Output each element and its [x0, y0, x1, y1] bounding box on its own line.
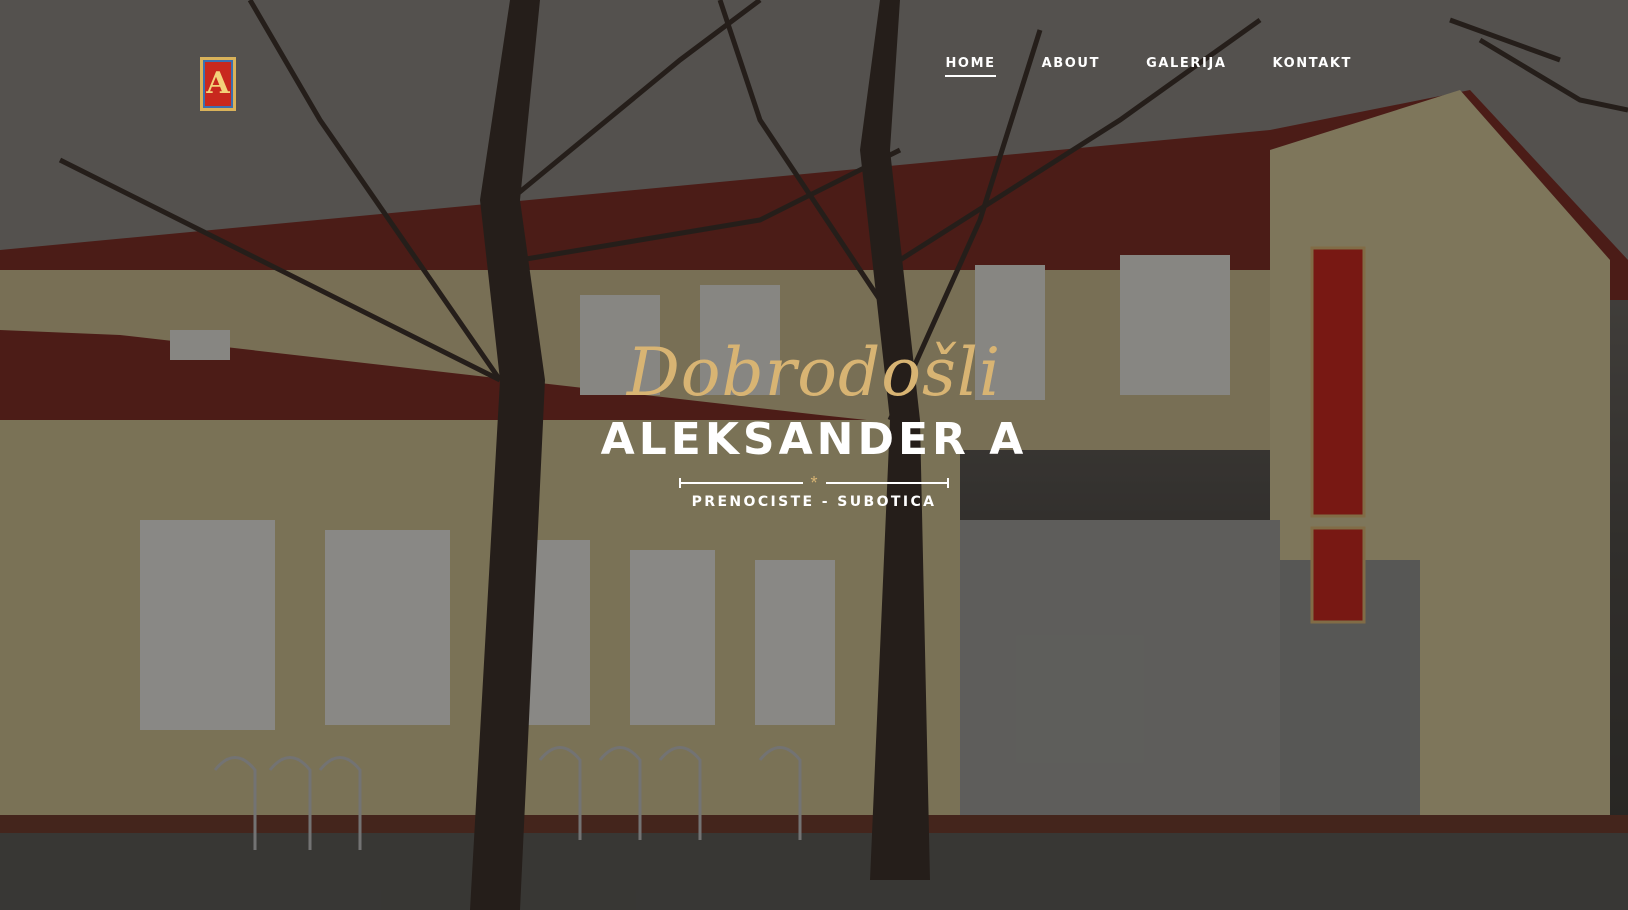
ornament-divider: * [679, 473, 950, 493]
star-icon: * [810, 473, 818, 493]
main-nav: HOME ABOUT GALERIJA KONTAKT [945, 56, 1352, 77]
hero-section: A HOME ABOUT GALERIJA KONTAKT Dobrodošli… [0, 0, 1628, 910]
hero-subtitle: PRENOCISTE - SUBOTICA [691, 494, 937, 510]
divider-line-right [825, 478, 950, 488]
nav-kontakt[interactable]: KONTAKT [1273, 56, 1352, 77]
nav-galerija[interactable]: GALERIJA [1146, 56, 1226, 77]
nav-home[interactable]: HOME [945, 56, 996, 77]
welcome-script: Dobrodošli [626, 334, 1002, 411]
divider-line-left [679, 478, 803, 488]
hero-title: ALEKSANDER A [600, 414, 1028, 465]
hero-headline: Dobrodošli ALEKSANDER A * PRENOCISTE - S… [0, 334, 1628, 511]
logo-letter: A [206, 66, 230, 101]
site-logo[interactable]: A [200, 57, 236, 111]
nav-about[interactable]: ABOUT [1042, 56, 1100, 77]
